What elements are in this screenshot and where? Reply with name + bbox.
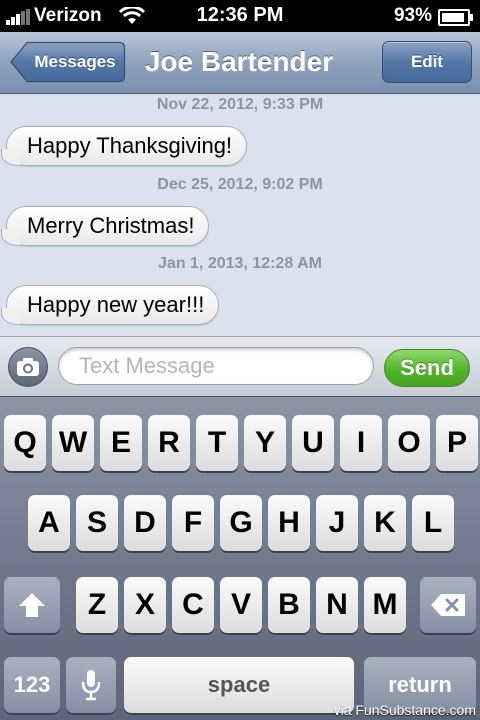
message-text: Merry Christmas!: [27, 213, 195, 238]
edit-button[interactable]: Edit: [382, 41, 472, 83]
shift-key[interactable]: [4, 577, 60, 633]
messages-back-button[interactable]: Messages: [10, 41, 126, 83]
backspace-key[interactable]: [420, 577, 476, 633]
key-x[interactable]: X: [124, 577, 166, 633]
dictation-key[interactable]: [66, 657, 116, 713]
key-z[interactable]: Z: [76, 577, 118, 633]
key-p[interactable]: P: [436, 415, 478, 471]
message-bubble[interactable]: Happy Thanksgiving!: [0, 126, 248, 166]
message-bubble[interactable]: Happy new year!!!: [0, 285, 220, 325]
key-r[interactable]: R: [148, 415, 190, 471]
message-bubble[interactable]: Merry Christmas!: [0, 206, 210, 246]
key-b[interactable]: B: [268, 577, 310, 633]
keyboard: Q W E R T Y U I O P A S D F G H J K L Z …: [0, 396, 480, 720]
key-w[interactable]: W: [52, 415, 94, 471]
key-d[interactable]: D: [124, 495, 166, 551]
navigation-bar: Messages Joe Bartender Edit: [0, 32, 480, 94]
key-i[interactable]: I: [340, 415, 382, 471]
send-button[interactable]: Send: [384, 349, 470, 387]
message-timestamp: Nov 22, 2012, 9:33 PM: [156, 96, 324, 113]
key-u[interactable]: U: [292, 415, 334, 471]
conversation-title: Joe Bartender: [144, 46, 334, 77]
key-m[interactable]: M: [364, 577, 406, 633]
numbers-key[interactable]: 123: [4, 657, 60, 713]
message-timestamp: Jan 1, 2013, 12:28 AM: [158, 255, 322, 272]
watermark-text: via FunSubstance.com: [333, 702, 476, 718]
key-g[interactable]: G: [220, 495, 262, 551]
battery-icon: [438, 9, 473, 26]
key-l[interactable]: L: [412, 495, 454, 551]
message-thread[interactable]: Nov 22, 2012, 9:33 PM Happy Thanksgiving…: [0, 94, 480, 336]
key-c[interactable]: C: [172, 577, 214, 633]
key-k[interactable]: K: [364, 495, 406, 551]
text-message-input[interactable]: [58, 347, 374, 385]
battery-percent: 93%: [393, 5, 432, 26]
shift-icon: [19, 593, 45, 617]
message-text: Happy new year!!!: [27, 292, 205, 317]
camera-button[interactable]: [8, 347, 48, 387]
key-h[interactable]: H: [268, 495, 310, 551]
key-s[interactable]: S: [76, 495, 118, 551]
key-f[interactable]: F: [172, 495, 214, 551]
space-key[interactable]: space: [124, 657, 354, 713]
key-n[interactable]: N: [316, 577, 358, 633]
key-e[interactable]: E: [100, 415, 142, 471]
key-q[interactable]: Q: [4, 415, 46, 471]
camera-icon: [17, 358, 39, 376]
key-o[interactable]: O: [388, 415, 430, 471]
microphone-icon: [81, 670, 101, 701]
message-timestamp: Dec 25, 2012, 9:02 PM: [157, 176, 323, 193]
key-a[interactable]: A: [28, 495, 70, 551]
key-t[interactable]: T: [196, 415, 238, 471]
compose-bar: Send: [0, 336, 480, 396]
key-j[interactable]: J: [316, 495, 358, 551]
key-y[interactable]: Y: [244, 415, 286, 471]
back-button-label: Messages: [34, 52, 116, 71]
message-text: Happy Thanksgiving!: [27, 133, 233, 158]
backspace-icon: [431, 594, 465, 616]
key-v[interactable]: V: [220, 577, 262, 633]
status-bar: Verizon 12:36 PM 93%: [0, 0, 480, 32]
